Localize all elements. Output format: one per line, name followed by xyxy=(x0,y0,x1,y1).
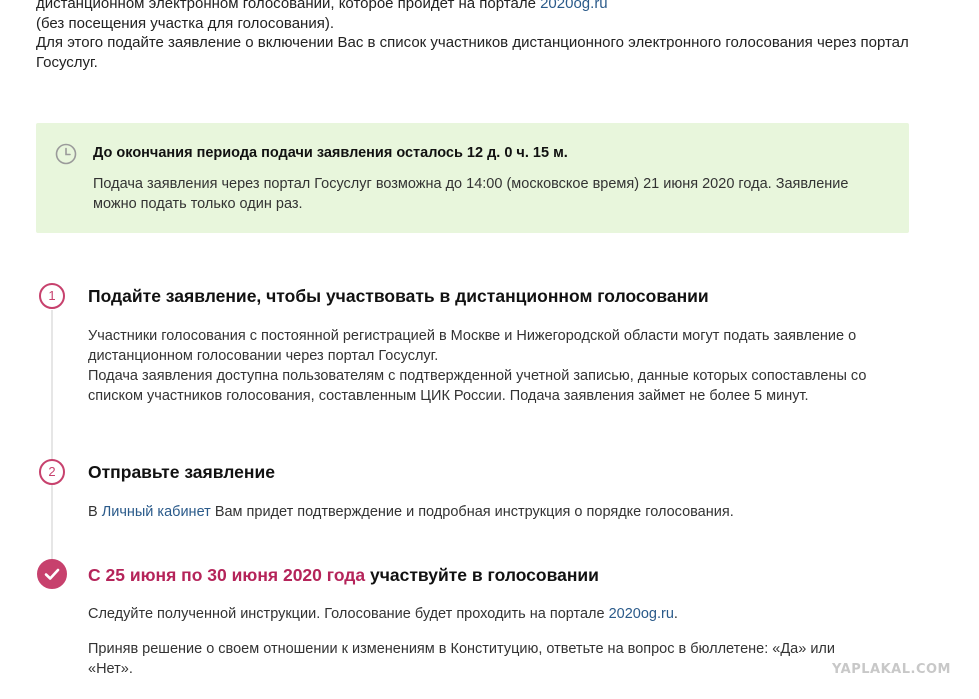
intro-line-1: дистанционном электронном голосовании, к… xyxy=(36,0,936,14)
clock-icon xyxy=(55,143,77,165)
step-3-instructions: Следуйте полученной инструкции. Голосова… xyxy=(88,606,678,622)
intro-line-4: Госуслуг. xyxy=(36,53,98,71)
checkmark-icon xyxy=(44,568,60,580)
step-3-marker xyxy=(37,559,67,589)
step-3-title: С 25 июня по 30 июня 2020 года участвуйт… xyxy=(88,565,599,585)
voting-dates: С 25 июня по 30 июня 2020 года xyxy=(88,565,366,585)
portal-link-2[interactable]: 2020og.ru xyxy=(609,606,674,622)
step-1-marker: 1 xyxy=(39,283,65,309)
personal-account-link[interactable]: Личный кабинет xyxy=(102,504,211,520)
watermark: YAPLAKAL.COM xyxy=(832,662,951,677)
intro-text: дистанционном электронном голосовании, к… xyxy=(36,0,936,72)
intro-line-3: Для этого подайте заявление о включении … xyxy=(36,34,909,51)
intro-line-2: (без посещения участка для голосования). xyxy=(36,14,334,32)
portal-link[interactable]: 2020og.ru xyxy=(540,0,608,12)
step-2-title: Отправьте заявление xyxy=(88,462,275,482)
timeline-connector xyxy=(51,310,53,560)
step-2-text: В Личный кабинет Вам придет подтверждени… xyxy=(88,504,734,520)
step-2-marker: 2 xyxy=(39,459,65,485)
step-1-text: Участники голосования с постоянной регис… xyxy=(88,328,867,404)
notice-description: Подача заявления через портал Госуслуг в… xyxy=(93,176,849,212)
step-1-title: Подайте заявление, чтобы участвовать в д… xyxy=(88,286,709,306)
notice-title: До окончания периода подачи заявления ос… xyxy=(93,145,568,161)
step-3-ballot-text: Приняв решение о своем отношении к измен… xyxy=(88,641,835,677)
deadline-notice: До окончания периода подачи заявления ос… xyxy=(36,123,909,233)
